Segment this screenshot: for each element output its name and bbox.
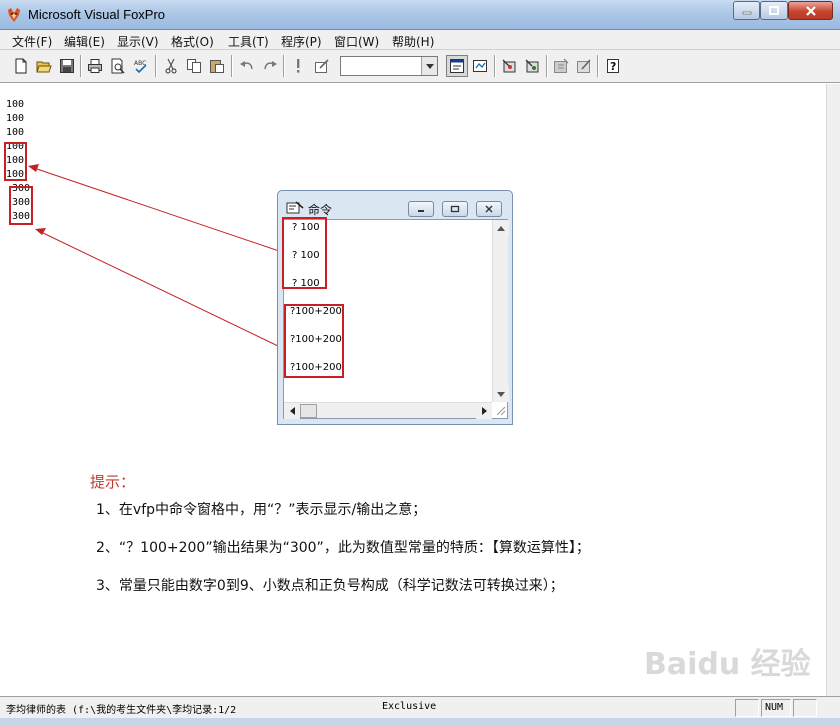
- scroll-right-button[interactable]: [476, 403, 492, 419]
- cmd-vertical-scrollbar[interactable]: [492, 220, 509, 402]
- status-panel-num: NUM: [761, 699, 791, 717]
- arrow-right-icon: [481, 407, 487, 415]
- horizontal-scroll-thumb[interactable]: [300, 404, 317, 418]
- status-numlock: NUM: [765, 702, 784, 713]
- cmd-restore-button[interactable]: [442, 201, 468, 217]
- scroll-up-button[interactable]: [493, 220, 509, 236]
- arrow-up-icon: [497, 225, 505, 231]
- tip-item: 3、常量只能由数字0到9、小数点和正负号构成（科学记数法可转换过来）；: [96, 578, 564, 594]
- restore-icon: [450, 205, 460, 213]
- close-icon: [485, 205, 493, 213]
- baidu-jingyan-watermark: Baidu 经验: [644, 647, 811, 682]
- arrow-line-100: [33, 167, 283, 253]
- highlight-print-sum-commands: [284, 304, 344, 378]
- arrowhead-100: [28, 164, 39, 172]
- arrow-left-icon: [289, 407, 295, 415]
- highlight-print-100-commands: [282, 217, 327, 289]
- scroll-down-button[interactable]: [493, 386, 509, 402]
- watermark-text: Baidu 经验: [644, 647, 811, 682]
- scroll-left-button[interactable]: [284, 403, 300, 419]
- status-panel-empty: [735, 699, 759, 717]
- tip-item: 1、在vfp中命令窗格中，用“？”表示显示/输出之意；: [96, 502, 427, 518]
- cmd-minimize-button[interactable]: [408, 201, 434, 217]
- cmd-horizontal-scrollbar[interactable]: [284, 402, 492, 419]
- tip-item: 2、“？100+200”输出结果为“300”，此为数值型常量的特质：【算数运算性…: [96, 540, 590, 556]
- command-window-title: 命令: [308, 203, 333, 217]
- status-table-info: 李均律师的表 (f:\我的考生文件夹\李均记录:1/2: [6, 705, 237, 716]
- arrow-line-300: [40, 231, 279, 347]
- status-mode: Exclusive: [382, 701, 437, 712]
- minimize-icon: [418, 210, 424, 212]
- arrow-down-icon: [497, 391, 505, 397]
- taskbar-strip: [0, 718, 840, 726]
- resize-grip-icon[interactable]: [494, 404, 506, 416]
- status-bar: 李均律师的表 (f:\我的考生文件夹\李均记录:1/2 Exclusive NU…: [0, 696, 840, 718]
- command-window-title-icon: [286, 201, 304, 214]
- cmd-close-button[interactable]: [476, 201, 502, 217]
- tips-heading: 提示：: [90, 473, 136, 491]
- status-panel-empty-2: [793, 699, 817, 717]
